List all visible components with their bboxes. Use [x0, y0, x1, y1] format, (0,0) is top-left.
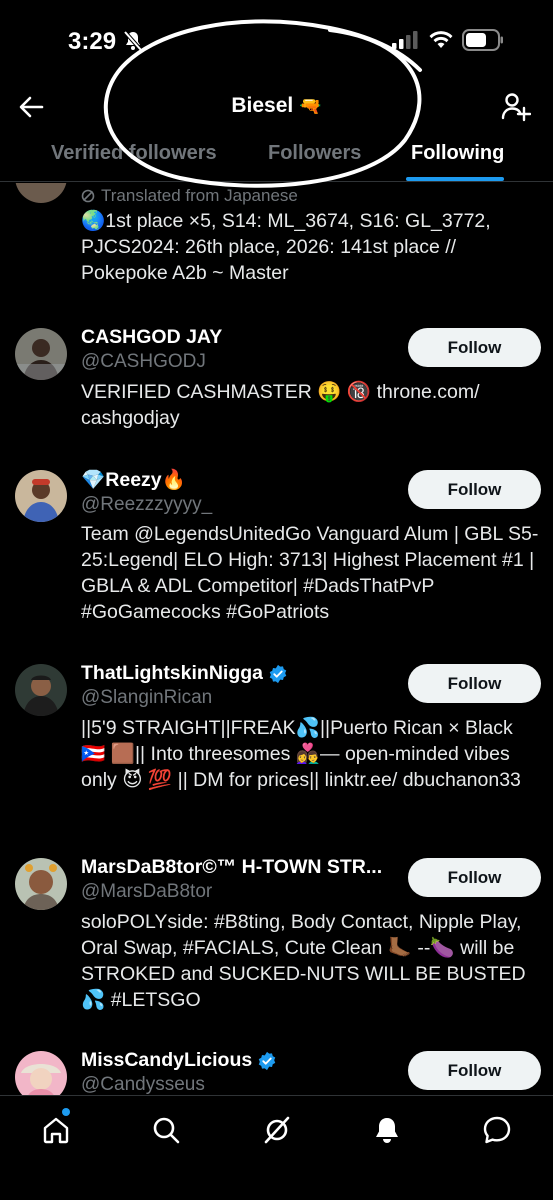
- user-handle: @SlanginRican: [81, 687, 213, 708]
- silent-mode-icon: [123, 30, 143, 52]
- verified-badge-icon: [258, 1051, 276, 1070]
- battery-icon: [462, 29, 503, 51]
- active-tab-indicator: [406, 177, 504, 181]
- verified-badge-icon: [269, 664, 287, 683]
- user-bio: soloPOLYside: #B8ting, Body Contact, Nip…: [81, 911, 526, 1011]
- notification-dot: [62, 1108, 70, 1116]
- follow-button[interactable]: Follow: [408, 858, 541, 897]
- translated-label: Translated from Japanese: [101, 186, 298, 205]
- follow-button[interactable]: Follow: [408, 664, 541, 703]
- messages-icon: [483, 1116, 511, 1144]
- nav-search[interactable]: [146, 1110, 186, 1150]
- translate-icon: [81, 189, 95, 203]
- wifi-icon: [429, 31, 453, 48]
- home-icon: [43, 1117, 69, 1144]
- avatar[interactable]: [15, 1051, 67, 1095]
- status-bar: 3:29: [0, 0, 553, 80]
- grok-icon: [264, 1116, 290, 1144]
- user-name[interactable]: CASHGOD JAY: [81, 326, 222, 349]
- avatar[interactable]: [15, 183, 67, 203]
- notifications-icon: [376, 1118, 398, 1143]
- user-handle: @Candysseus: [81, 1074, 205, 1095]
- search-icon: [153, 1117, 180, 1144]
- nav-grok[interactable]: [257, 1110, 297, 1150]
- follow-button[interactable]: Follow: [408, 470, 541, 509]
- signal-icon: [392, 31, 418, 49]
- bottom-nav: [0, 1095, 553, 1200]
- user-name[interactable]: MissCandyLicious: [81, 1049, 252, 1072]
- nav-notifications[interactable]: [367, 1110, 407, 1150]
- follow-button[interactable]: Follow: [408, 328, 541, 367]
- avatar[interactable]: [15, 470, 67, 522]
- user-bio: VERIFIED CASHMASTER 🤑 🔞 throne.com/ cash…: [81, 381, 480, 429]
- follow-button[interactable]: Follow: [408, 1051, 541, 1090]
- nav-messages[interactable]: [477, 1110, 517, 1150]
- user-bio: 🌏1st place ×5, S14: ML_3674, S16: GL_377…: [81, 210, 491, 284]
- add-person-icon: [501, 93, 531, 122]
- user-name[interactable]: MarsDaB8tor©™ H-TOWN STR...: [81, 856, 382, 879]
- title-emoji: 🔫: [299, 95, 322, 116]
- user-name[interactable]: 💎Reezy🔥: [81, 468, 186, 492]
- nav-home[interactable]: [36, 1110, 76, 1150]
- avatar[interactable]: [15, 858, 67, 910]
- status-time: 3:29: [68, 28, 117, 55]
- user-name[interactable]: ThatLightskinNigga: [81, 662, 263, 685]
- user-handle: @Reezzzyyyy_: [81, 494, 213, 515]
- translation-note: Translated from Japanese: [81, 186, 541, 206]
- avatar[interactable]: [15, 664, 67, 716]
- tab-bar: Verified followers Followers Following: [0, 132, 553, 182]
- user-handle: @CASHGODJ: [81, 351, 206, 372]
- profile-header: Biesel 🔫: [0, 80, 553, 132]
- tab-followers[interactable]: Followers: [268, 142, 361, 165]
- list-item: Translated from Japanese 🌏1st place ×5, …: [81, 186, 541, 286]
- tab-following[interactable]: Following: [411, 142, 504, 165]
- user-handle: @MarsDaB8tor: [81, 881, 213, 902]
- add-user-button[interactable]: [499, 90, 533, 124]
- page-title: Biesel: [231, 94, 294, 117]
- tab-verified-followers[interactable]: Verified followers: [51, 142, 217, 165]
- user-bio: Team @LegendsUnitedGo Vanguard Alum | GB…: [81, 523, 539, 623]
- user-bio: ||5'9 STRAIGHT||FREAK💦||Puerto Rican × B…: [81, 717, 521, 791]
- home-indicator: [188, 1184, 366, 1190]
- avatar[interactable]: [15, 328, 67, 380]
- following-list: Translated from Japanese 🌏1st place ×5, …: [0, 183, 553, 1095]
